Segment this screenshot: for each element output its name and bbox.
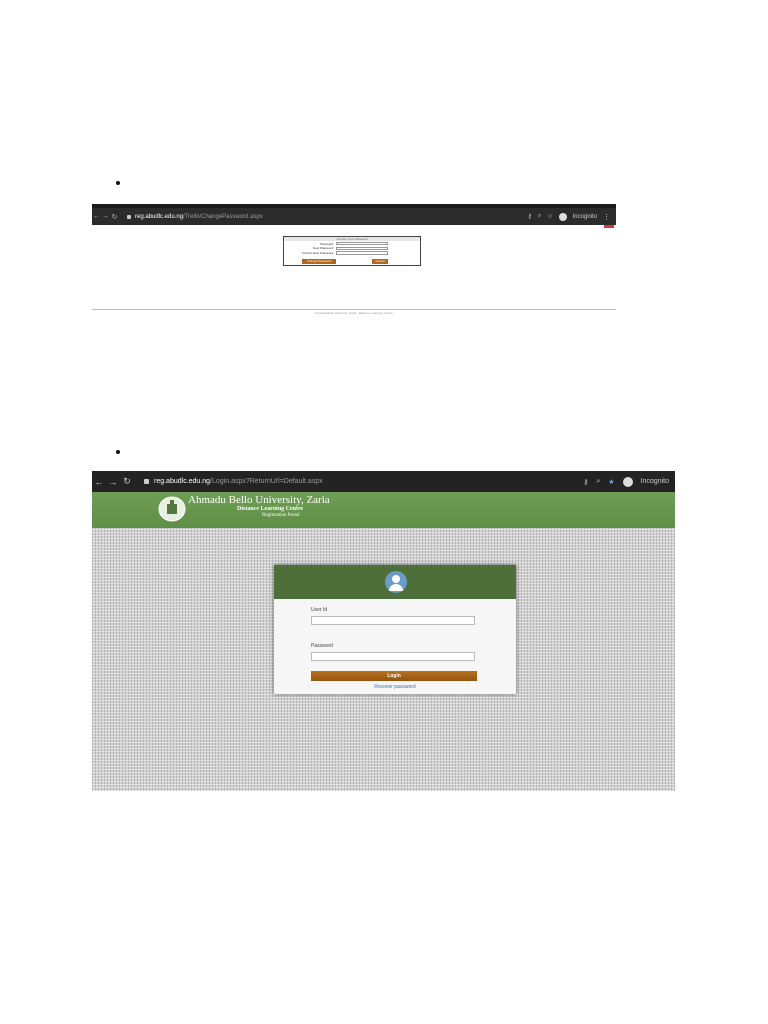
url-host: reg.abudlc.edu.ng [154,478,211,485]
lock-icon [144,479,149,484]
menu-dots-icon[interactable]: ⋮ [603,213,610,221]
forward-arrow-icon[interactable]: → [101,213,110,220]
url-path: /Trello/ChangePassword.aspx [183,213,263,220]
notification-badge [604,225,614,228]
centre-name: Distance Learning Centre [237,506,304,512]
url-path: /Login.aspx?ReturnUrl=Default.aspx [210,478,323,485]
url-text[interactable]: reg.abudlc.edu.ng/Trello/ChangePassword.… [135,214,527,220]
key-icon[interactable]: ⚷ [583,478,588,486]
browser-address-bar: ← → ↻ reg.abudlc.edu.ng/Trello/ChangePas… [92,208,616,225]
password-field[interactable] [311,652,475,661]
change-password-form: Change Your Password Password: New Passw… [283,236,421,266]
form-buttons: Change Password Cancel [302,259,402,264]
new-password-field[interactable] [336,246,388,251]
user-avatar-icon [385,571,407,593]
forward-arrow-icon[interactable]: → [106,477,120,487]
password-field[interactable] [336,241,388,246]
change-password-button[interactable]: Change Password [302,259,336,264]
userid-label: User Id [311,607,328,613]
login-card-header [274,565,516,599]
field-label: Confirm New Password: [301,251,334,256]
incognito-label: Incognito [640,478,669,485]
star-icon[interactable]: ★ [608,478,614,486]
zoom-icon[interactable]: ⌕ [538,213,541,220]
login-button[interactable]: Login [311,671,477,681]
browser-address-bar: ← → ↻ reg.abudlc.edu.ng/Login.aspx?Retur… [92,471,675,492]
star-icon[interactable]: ☆ [547,213,552,220]
university-logo [158,496,186,522]
back-arrow-icon[interactable]: ← [92,477,106,487]
url-host: reg.abudlc.edu.ng [135,213,184,220]
userid-field[interactable] [311,616,475,625]
password-label: Password [311,643,333,649]
screenshot-login: ← → ↻ reg.abudlc.edu.ng/Login.aspx?Retur… [92,471,675,791]
url-text[interactable]: reg.abudlc.edu.ng/Login.aspx?ReturnUrl=D… [154,478,583,485]
footer-divider [92,309,616,310]
incognito-label: Incognito [572,213,597,220]
list-bullet [116,450,120,454]
incognito-icon[interactable] [558,212,567,221]
footer-text: Ahmadu Bello University, Zaria · Distanc… [315,311,393,315]
zoom-icon[interactable]: ⌕ [596,478,600,486]
field-label: Password: [319,241,334,246]
login-card: User Id Password Login Recover password [274,565,516,694]
confirm-password-field[interactable] [336,251,388,255]
university-name: Ahmadu Bello University, Zaria [188,494,330,506]
field-label: New Password: [313,246,334,251]
list-bullet [116,181,120,185]
recover-password-link[interactable]: Recover password [274,684,516,690]
form-row: Confirm New Password: [284,251,420,256]
reload-icon[interactable]: ↻ [110,213,119,221]
cancel-button[interactable]: Cancel [372,259,388,264]
reload-icon[interactable]: ↻ [120,476,134,487]
lock-icon [127,214,131,219]
incognito-icon[interactable] [622,476,633,487]
site-header: Ahmadu Bello University, Zaria Distance … [92,492,675,528]
key-icon[interactable]: ⚷ [527,213,531,220]
back-arrow-icon[interactable]: ← [92,213,101,220]
portal-name: Registration Portal [262,513,300,518]
screenshot-change-password: ← → ↻ reg.abudlc.edu.ng/Trello/ChangePas… [92,204,616,439]
